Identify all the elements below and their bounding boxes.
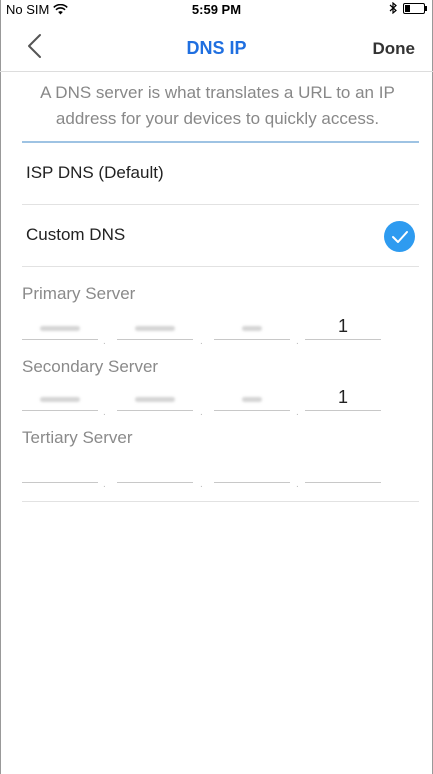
status-time: 5:59 PM <box>191 2 242 17</box>
secondary-server-row: . . . 1 <box>22 380 382 418</box>
checkmark-icon <box>384 221 415 252</box>
octet-dot: . <box>296 407 299 418</box>
section-divider <box>22 501 419 502</box>
octet-dot: . <box>200 479 203 490</box>
secondary-octet-1[interactable] <box>22 380 98 411</box>
option-custom-dns[interactable]: Custom DNS <box>22 205 419 267</box>
primary-octet-3[interactable] <box>214 309 290 340</box>
octet-dot: . <box>296 336 299 347</box>
done-button[interactable]: Done <box>373 39 416 59</box>
option-label: Custom DNS <box>26 225 126 244</box>
octet-dot: . <box>200 407 203 418</box>
octet-dot: . <box>296 479 299 490</box>
primary-octet-1[interactable] <box>22 309 98 340</box>
primary-server-label: Primary Server <box>22 284 136 303</box>
tertiary-server-label: Tertiary Server <box>22 428 133 447</box>
redacted-value <box>135 326 175 331</box>
nav-bar: DNS IP Done <box>0 24 433 70</box>
option-label: ISP DNS (Default) <box>26 163 164 182</box>
tertiary-server-row: . . . <box>22 452 382 490</box>
description-text: A DNS server is what translates a URL to… <box>40 83 395 128</box>
status-right <box>389 2 427 14</box>
secondary-octet-3[interactable] <box>214 380 290 411</box>
redacted-value <box>135 397 175 402</box>
secondary-server-label: Secondary Server <box>22 357 159 376</box>
status-bar: No SIM 5:59 PM <box>0 0 433 20</box>
primary-server-row: . . . 1 <box>22 309 382 347</box>
primary-octet-4[interactable]: 1 <box>305 309 381 340</box>
battery-icon <box>403 2 427 14</box>
octet-dot: . <box>103 479 106 490</box>
tertiary-octet-1[interactable] <box>22 452 98 483</box>
secondary-octet-2[interactable] <box>117 380 193 411</box>
redacted-value <box>242 326 262 331</box>
octet-dot: . <box>103 336 106 347</box>
primary-octet-2[interactable] <box>117 309 193 340</box>
tertiary-octet-4[interactable] <box>305 452 381 483</box>
tertiary-octet-2[interactable] <box>117 452 193 483</box>
secondary-octet-4[interactable]: 1 <box>305 380 381 411</box>
nav-divider <box>0 71 433 72</box>
option-isp-dns[interactable]: ISP DNS (Default) <box>22 143 419 205</box>
bluetooth-icon <box>389 2 397 14</box>
octet-dot: . <box>103 407 106 418</box>
redacted-value <box>40 326 80 331</box>
octet-dot: . <box>200 336 203 347</box>
redacted-value <box>40 397 80 402</box>
option-divider <box>22 266 419 267</box>
page-title: DNS IP <box>186 38 247 58</box>
redacted-value <box>242 397 262 402</box>
tertiary-octet-3[interactable] <box>214 452 290 483</box>
